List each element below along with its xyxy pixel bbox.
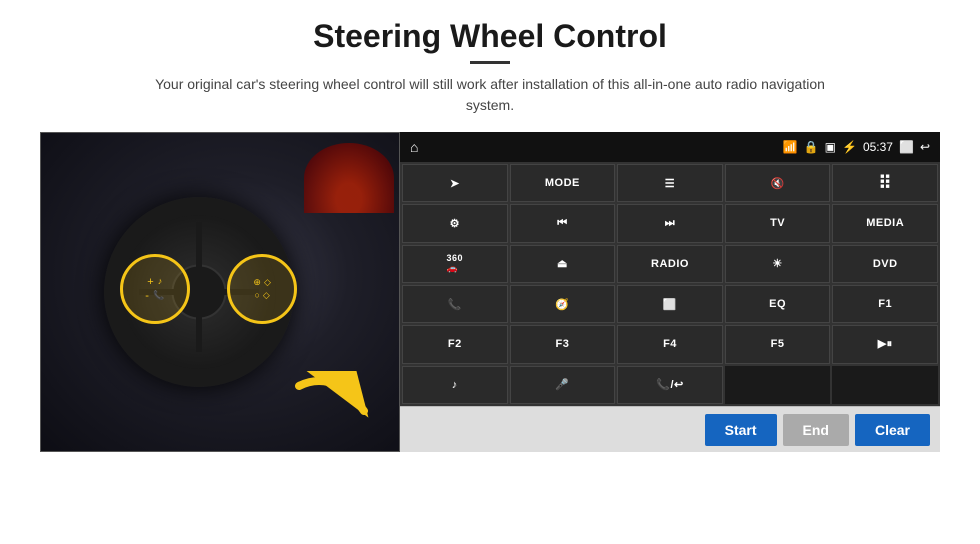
status-bar: ⌂ 📶 🔒 ▣ ⚡ 05:37 ⬜ ↩ — [400, 132, 940, 162]
content-row: +♪ -📞 ⊕◇ ○◇ — [40, 132, 940, 544]
control-panel: ⌂ 📶 🔒 ▣ ⚡ 05:37 ⬜ ↩ ➤ MODE ☰ 🔇 ⠿ — [400, 132, 940, 452]
settings-icon: ⚙ — [450, 217, 460, 230]
btn-f5[interactable]: F5 — [725, 325, 831, 363]
phone-icon: 📞 — [448, 298, 462, 311]
btn-prev[interactable]: ⏮ — [510, 204, 616, 242]
f3-label: F3 — [555, 338, 569, 350]
360-label: 360🚗 — [447, 253, 464, 274]
btn-radio[interactable]: RADIO — [617, 245, 723, 283]
dvd-label: DVD — [873, 258, 898, 270]
btn-f1[interactable]: F1 — [832, 285, 938, 323]
list-icon: ☰ — [665, 177, 675, 190]
btn-360[interactable]: 360🚗 — [402, 245, 508, 283]
eq-label: EQ — [769, 298, 786, 310]
title-divider — [470, 61, 510, 64]
lock-icon: 🔒 — [804, 140, 819, 154]
btn-media[interactable]: MEDIA — [832, 204, 938, 242]
screen-icon: ⬜ — [899, 140, 914, 154]
mic-icon: 🎤 — [555, 378, 569, 391]
status-right: 📶 🔒 ▣ ⚡ 05:37 ⬜ ↩ — [783, 140, 930, 154]
btn-list[interactable]: ☰ — [617, 164, 723, 202]
btn-eject[interactable]: ⏏ — [510, 245, 616, 283]
f2-label: F2 — [448, 338, 462, 350]
next-icon: ⏭ — [665, 217, 675, 230]
car-image: +♪ -📞 ⊕◇ ○◇ — [40, 132, 400, 452]
btn-call-end[interactable]: 📞/↩ — [617, 366, 723, 404]
page-title: Steering Wheel Control — [313, 18, 667, 55]
btn-mic[interactable]: 🎤 — [510, 366, 616, 404]
btn-eq[interactable]: EQ — [725, 285, 831, 323]
eject-icon: ⏏ — [557, 257, 568, 270]
btn-f2[interactable]: F2 — [402, 325, 508, 363]
start-button[interactable]: Start — [705, 414, 777, 446]
sd-icon: ▣ — [825, 140, 836, 154]
wifi-icon: 📶 — [783, 140, 798, 154]
f4-label: F4 — [663, 338, 677, 350]
status-time: 05:37 — [863, 140, 893, 154]
btn-mode[interactable]: MODE — [510, 164, 616, 202]
bt-icon: ⚡ — [842, 140, 857, 154]
bottom-bar: Start End Clear — [400, 406, 940, 452]
home-icon[interactable]: ⌂ — [410, 139, 418, 155]
radio-label: RADIO — [651, 258, 689, 270]
back-icon: ↩ — [920, 140, 930, 154]
panel-buttons-grid: ➤ MODE ☰ 🔇 ⠿ ⚙ ⏮ ⏭ TV MEDIA 360🚗 ⏏ RADIO… — [400, 162, 940, 406]
btn-screen[interactable]: ⬜ — [617, 285, 723, 323]
btn-next[interactable]: ⏭ — [617, 204, 723, 242]
btn-dvd[interactable]: DVD — [832, 245, 938, 283]
btn-f4[interactable]: F4 — [617, 325, 723, 363]
btn-navigate[interactable]: ➤ — [402, 164, 508, 202]
gauge-cluster — [264, 143, 394, 233]
btn-settings[interactable]: ⚙ — [402, 204, 508, 242]
end-button[interactable]: End — [783, 414, 849, 446]
empty-2 — [832, 366, 938, 404]
empty-1 — [725, 366, 831, 404]
highlight-circle-left: +♪ -📞 — [120, 254, 190, 324]
btn-music[interactable]: ♪ — [402, 366, 508, 404]
btn-navi[interactable]: 🧭 — [510, 285, 616, 323]
f1-label: F1 — [878, 298, 892, 310]
btn-brightness[interactable]: ☀ — [725, 245, 831, 283]
btn-apps[interactable]: ⠿ — [832, 164, 938, 202]
brightness-icon: ☀ — [772, 257, 782, 270]
screen-btn-icon: ⬜ — [663, 298, 677, 311]
f5-label: F5 — [771, 338, 785, 350]
play-pause-icon: ▶⏸ — [878, 337, 893, 351]
highlight-circle-right: ⊕◇ ○◇ — [227, 254, 297, 324]
btn-f3[interactable]: F3 — [510, 325, 616, 363]
music-icon: ♪ — [452, 379, 458, 391]
call-end-icon: 📞/↩ — [656, 378, 683, 391]
mute-icon: 🔇 — [770, 177, 784, 190]
btn-phone[interactable]: 📞 — [402, 285, 508, 323]
navi-icon: 🧭 — [555, 298, 569, 311]
btn-mute[interactable]: 🔇 — [725, 164, 831, 202]
btn-play-pause[interactable]: ▶⏸ — [832, 325, 938, 363]
media-label: MEDIA — [866, 217, 904, 229]
btn-tv[interactable]: TV — [725, 204, 831, 242]
prev-icon: ⏮ — [557, 217, 567, 230]
mode-label: MODE — [545, 177, 580, 189]
arrow-indicator — [289, 371, 379, 431]
clear-button[interactable]: Clear — [855, 414, 930, 446]
navigate-icon: ➤ — [450, 177, 460, 190]
page-subtitle: Your original car's steering wheel contr… — [150, 74, 830, 116]
apps-icon: ⠿ — [878, 173, 892, 194]
tv-label: TV — [770, 217, 785, 229]
